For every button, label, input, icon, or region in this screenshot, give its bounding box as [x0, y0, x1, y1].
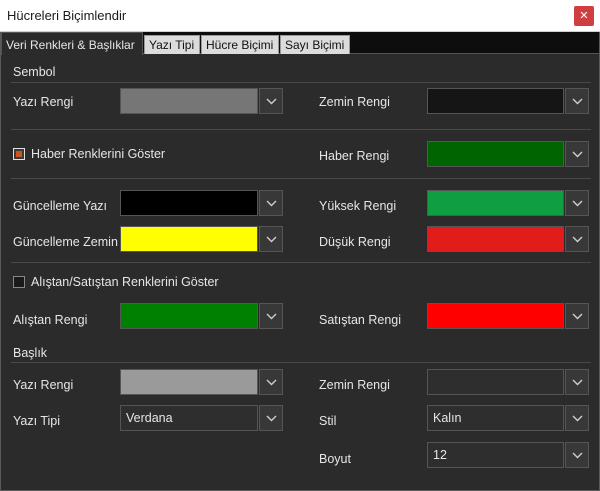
chevron-down-icon	[266, 236, 277, 243]
dropdown-baslik-yazi-rengi[interactable]	[259, 369, 283, 395]
chevron-down-icon	[572, 379, 583, 386]
chevron-down-icon	[572, 200, 583, 207]
swatch-guncelleme-yazi[interactable]	[120, 190, 258, 216]
tab-bar: Veri Renkleri & Başlıklar Yazı Tipi Hücr…	[1, 32, 599, 55]
swatch-baslik-yazi-rengi[interactable]	[120, 369, 258, 395]
dropdown-satistan-rengi[interactable]	[565, 303, 589, 329]
swatch-yuksek-rengi[interactable]	[427, 190, 564, 216]
chevron-down-icon	[572, 415, 583, 422]
dropdown-guncelleme-zemin[interactable]	[259, 226, 283, 252]
label-guncelleme-yazi: Güncelleme Yazı	[13, 199, 108, 213]
close-icon: ✕	[579, 10, 589, 22]
label-yuksek-rengi: Yüksek Rengi	[319, 199, 397, 213]
tab-yazi-tipi[interactable]: Yazı Tipi	[144, 35, 200, 54]
chevron-down-icon	[572, 236, 583, 243]
dropdown-guncelleme-yazi[interactable]	[259, 190, 283, 216]
checkbox-alistan-satistan[interactable]	[13, 276, 25, 288]
checkbox-haber-renkleri[interactable]	[13, 148, 25, 160]
dropdown-baslik-zemin-rengi[interactable]	[565, 369, 589, 395]
dropdown-yazi-tipi[interactable]	[259, 405, 283, 431]
chevron-down-icon	[572, 313, 583, 320]
window-title: Hücreleri Biçimlendir	[7, 8, 127, 23]
swatch-haber-rengi[interactable]	[427, 141, 564, 167]
section-title-sembol: Sembol	[13, 65, 56, 79]
label-sembol-yazi-rengi: Yazı Rengi	[13, 95, 74, 109]
label-baslik-yazi-rengi: Yazı Rengi	[13, 378, 74, 392]
section-title-baslik: Başlık	[13, 346, 48, 360]
chevron-down-icon	[266, 313, 277, 320]
dialog-body: Veri Renkleri & Başlıklar Yazı Tipi Hücr…	[0, 32, 600, 491]
chevron-down-icon	[266, 415, 277, 422]
divider	[11, 129, 591, 130]
dropdown-sembol-yazi-rengi[interactable]	[259, 88, 283, 114]
swatch-baslik-zemin-rengi[interactable]	[427, 369, 564, 395]
close-button[interactable]: ✕	[574, 6, 594, 26]
select-stil[interactable]: Kalın	[427, 405, 564, 431]
tab-veri-renkleri[interactable]: Veri Renkleri & Başlıklar	[1, 32, 143, 55]
label-baslik-zemin-rengi: Zemin Rengi	[319, 378, 390, 392]
label-sembol-zemin-rengi: Zemin Rengi	[319, 95, 390, 109]
chevron-down-icon	[266, 379, 277, 386]
swatch-guncelleme-zemin[interactable]	[120, 226, 258, 252]
divider	[11, 262, 591, 263]
swatch-sembol-zemin-rengi[interactable]	[427, 88, 564, 114]
chevron-down-icon	[572, 452, 583, 459]
label-stil: Stil	[319, 414, 337, 428]
chevron-down-icon	[266, 200, 277, 207]
dropdown-haber-rengi[interactable]	[565, 141, 589, 167]
title-bar: Hücreleri Biçimlendir ✕	[0, 0, 600, 32]
label-alistan-satistan: Alıştan/Satıştan Renklerini Göster	[31, 275, 219, 289]
tab-sayi-bicimi[interactable]: Sayı Biçimi	[280, 35, 350, 54]
label-satistan-rengi: Satıştan Rengi	[319, 313, 401, 327]
select-yazi-tipi[interactable]: Verdana	[120, 405, 258, 431]
dropdown-sembol-zemin-rengi[interactable]	[565, 88, 589, 114]
swatch-sembol-yazi-rengi[interactable]	[120, 88, 258, 114]
divider	[11, 362, 591, 363]
label-dusuk-rengi: Düşük Rengi	[319, 235, 391, 249]
select-boyut[interactable]: 12	[427, 442, 564, 468]
label-haber-rengi: Haber Rengi	[319, 149, 390, 163]
dropdown-stil[interactable]	[565, 405, 589, 431]
label-guncelleme-zemin: Güncelleme Zemin	[13, 235, 118, 249]
dropdown-boyut[interactable]	[565, 442, 589, 468]
divider	[11, 178, 591, 179]
swatch-satistan-rengi[interactable]	[427, 303, 564, 329]
chevron-down-icon	[572, 98, 583, 105]
swatch-alistan-rengi[interactable]	[120, 303, 258, 329]
divider	[11, 82, 591, 83]
label-yazi-tipi: Yazı Tipi	[13, 414, 61, 428]
dropdown-alistan-rengi[interactable]	[259, 303, 283, 329]
chevron-down-icon	[572, 151, 583, 158]
tab-hucre-bicimi[interactable]: Hücre Biçimi	[201, 35, 279, 54]
label-haber-renkleri: Haber Renklerini Göster	[31, 147, 166, 161]
swatch-dusuk-rengi[interactable]	[427, 226, 564, 252]
label-alistan-rengi: Alıştan Rengi	[13, 313, 88, 327]
chevron-down-icon	[266, 98, 277, 105]
label-boyut: Boyut	[319, 452, 351, 466]
dropdown-dusuk-rengi[interactable]	[565, 226, 589, 252]
dropdown-yuksek-rengi[interactable]	[565, 190, 589, 216]
